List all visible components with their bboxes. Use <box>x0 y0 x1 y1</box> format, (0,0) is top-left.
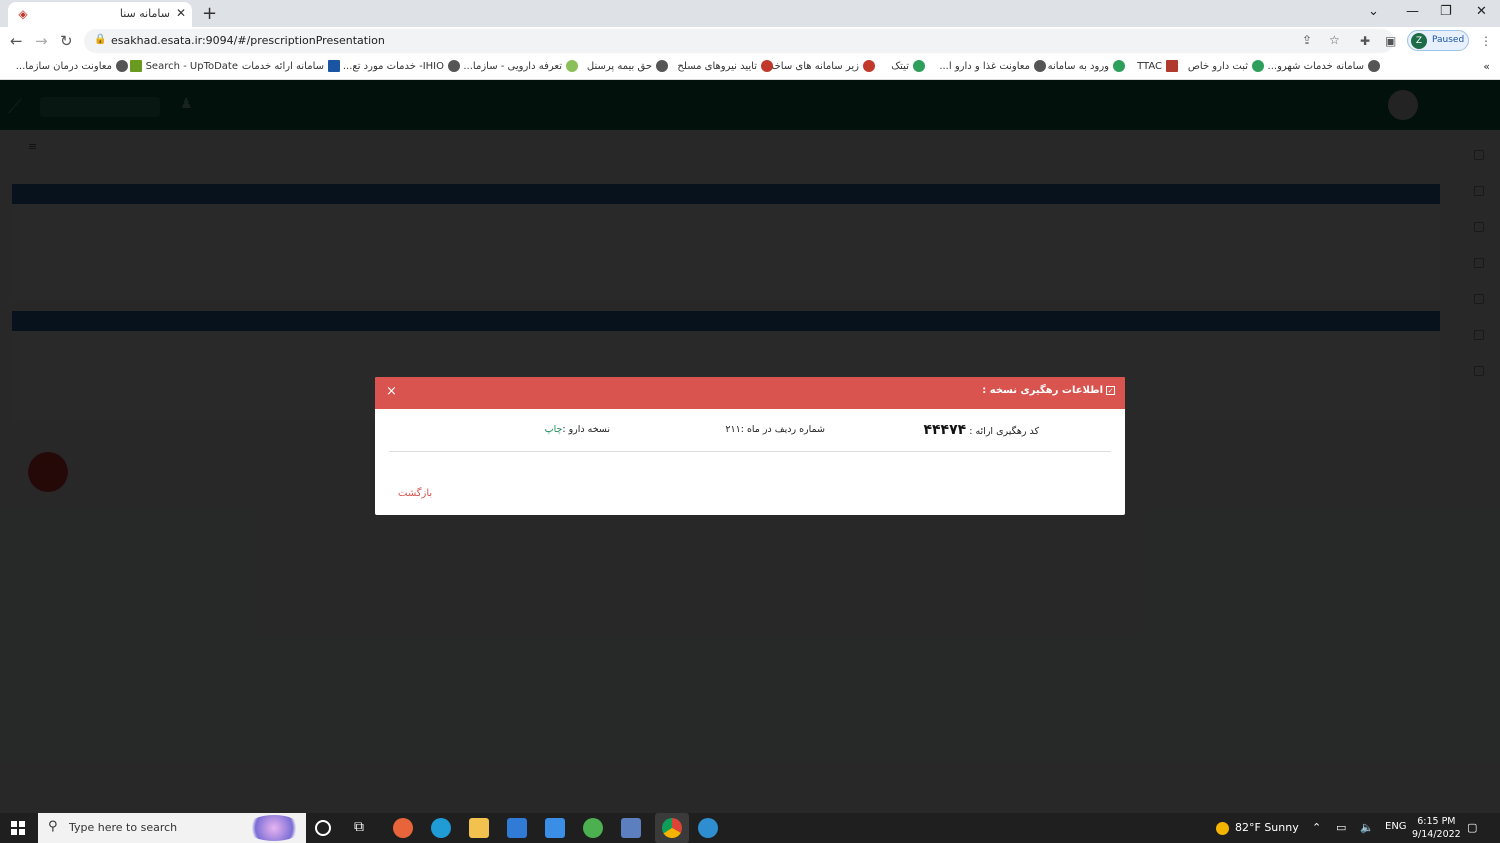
volume-icon[interactable]: 🔈 <box>1360 821 1374 834</box>
app-icon[interactable] <box>698 818 718 838</box>
share-icon[interactable]: ⇪ <box>1302 33 1312 47</box>
sun-icon <box>1216 821 1229 835</box>
lock-icon: 🔒 <box>94 34 107 45</box>
clock-date: 9/14/2022 <box>1412 829 1461 840</box>
row-number-value: ۲۱۱ <box>725 424 741 435</box>
close-window-icon[interactable]: ✕ <box>1476 4 1487 19</box>
notification-icon[interactable]: ▢ <box>1467 821 1477 834</box>
minimize-icon[interactable]: — <box>1406 4 1419 19</box>
windows-taskbar: ⚲ Type here to search ⧉ 82°F Sunny ⌃ ▭ 🔈… <box>0 813 1500 843</box>
tracking-code-label: کد رهگیری ارائه : <box>969 426 1039 437</box>
cortana-icon[interactable] <box>315 820 331 836</box>
browser-tabstrip: ◈ سامانه سنا ✕ + ⌄ — ❐ ✕ <box>0 0 1500 27</box>
close-icon[interactable]: × <box>386 385 397 399</box>
url-text: esakhad.esata.ir:9094/#/prescriptionPres… <box>111 34 385 47</box>
profile-button[interactable]: Z Paused <box>1407 30 1469 51</box>
row-number-field: شماره ردیف در ماه :۲۱۱ <box>725 424 825 435</box>
bookmark-star-icon[interactable]: ☆ <box>1329 33 1340 47</box>
bookmark-item[interactable]: تیتک <box>891 60 925 72</box>
search-highlight-icon <box>246 815 302 841</box>
extensions-icon[interactable]: ✚ <box>1360 34 1370 48</box>
chart-icon <box>1166 60 1178 72</box>
tracking-code-field: کد رهگیری ارائه : ۴۴۴۷۴ <box>923 422 1039 438</box>
side-panel-icon[interactable]: ▣ <box>1385 34 1396 48</box>
profile-status: Paused <box>1432 35 1465 45</box>
store-icon[interactable] <box>507 818 527 838</box>
tab-title: سامانه سنا <box>119 7 170 20</box>
gear-icon <box>328 60 340 72</box>
windows-start-icon[interactable] <box>11 821 25 835</box>
modal-header: ✓اطلاعات رهگیری نسخه : × <box>375 377 1125 409</box>
print-link[interactable]: چاپ <box>545 424 563 435</box>
bookmark-item[interactable]: سامانه ارائه خدمات <box>242 60 340 72</box>
browser-menu-icon[interactable]: ⋮ <box>1480 34 1492 48</box>
forward-arrow-icon[interactable]: → <box>35 32 48 50</box>
search-placeholder: Type here to search <box>69 821 178 834</box>
globe-icon <box>448 60 460 72</box>
prescription-print-field: نسخه دارو :چاپ <box>545 424 610 435</box>
site-favicon-icon: ◈ <box>18 7 28 21</box>
tab-close-icon[interactable]: ✕ <box>176 6 186 20</box>
bookmark-item[interactable]: معاونت غذا و دارو ا... <box>939 60 1046 72</box>
language-indicator[interactable]: ENG <box>1385 821 1407 832</box>
app-icon[interactable] <box>583 818 603 838</box>
modal-divider <box>389 451 1111 452</box>
clock-time: 6:15 PM <box>1417 816 1456 827</box>
bookmark-item[interactable]: IHIO- خدمات مورد تع... <box>343 60 460 72</box>
restore-icon[interactable]: ❐ <box>1440 4 1452 19</box>
chrome-icon <box>662 818 682 838</box>
globe-icon <box>116 60 128 72</box>
tab-search-icon[interactable]: ⌄ <box>1368 4 1379 19</box>
tracking-code-value: ۴۴۴۷۴ <box>923 422 967 438</box>
leaf-icon <box>1113 60 1125 72</box>
back-arrow-icon[interactable]: ← <box>10 32 23 50</box>
bookmark-item[interactable]: زیر سامانه های ساخد <box>769 60 875 72</box>
bookmark-item[interactable]: ثبت دارو خاص <box>1188 60 1264 72</box>
leaf-icon <box>913 60 925 72</box>
diamond-icon <box>761 60 773 72</box>
bookmark-item[interactable]: Search - UpToDate <box>129 60 238 72</box>
leaf-icon <box>1252 60 1264 72</box>
bookmark-item[interactable]: TTAC <box>1137 60 1178 72</box>
row-number-label: شماره ردیف در ماه : <box>740 424 825 435</box>
network-icon[interactable]: ▭ <box>1336 821 1346 834</box>
more-bookmarks-icon[interactable]: » <box>1483 60 1490 73</box>
reload-icon[interactable]: ↻ <box>60 32 73 50</box>
browser-tab[interactable]: ◈ سامانه سنا ✕ <box>8 2 192 27</box>
globe-icon <box>1034 60 1046 72</box>
file-explorer-icon[interactable] <box>469 818 489 838</box>
uptodate-icon <box>129 60 142 72</box>
search-icon: ⚲ <box>48 819 58 834</box>
firefox-icon[interactable] <box>393 818 413 838</box>
mail-icon[interactable] <box>545 818 565 838</box>
bookmark-item[interactable]: سامانه خدمات شهرو... <box>1268 60 1380 72</box>
tracking-info-modal: ✓اطلاعات رهگیری نسخه : × کد رهگیری ارائه… <box>375 377 1125 515</box>
task-view-icon[interactable]: ⧉ <box>354 819 374 839</box>
taskbar-search-input[interactable]: ⚲ Type here to search <box>38 813 306 843</box>
browser-toolbar: ← → ↻ 🔒 esakhad.esata.ir:9094/#/prescrip… <box>0 27 1500 55</box>
bookmark-item[interactable]: تایید نیروهای مسلح <box>677 60 773 72</box>
weather-widget[interactable]: 82°F Sunny <box>1216 821 1299 835</box>
address-bar[interactable]: 🔒 esakhad.esata.ir:9094/#/prescriptionPr… <box>84 29 1394 53</box>
bookmarks-bar: سامانه خدمات شهرو... ثبت دارو خاص TTAC و… <box>0 55 1500 80</box>
prescription-label: نسخه دارو : <box>562 424 610 435</box>
edge-icon[interactable] <box>431 818 451 838</box>
calculator-icon[interactable] <box>621 818 641 838</box>
bookmark-item[interactable]: حق بیمه پرسنل <box>587 60 668 72</box>
leaf-icon <box>566 60 578 72</box>
bookmark-item[interactable]: معاونت درمان سازما... <box>16 60 128 72</box>
bookmark-item[interactable]: ورود به سامانه <box>1048 60 1125 72</box>
modal-title: ✓اطلاعات رهگیری نسخه : <box>982 385 1115 396</box>
profile-avatar: Z <box>1411 33 1427 49</box>
globe-icon <box>656 60 668 72</box>
bookmark-item[interactable]: تعرفه دارویی - سازما... <box>463 60 578 72</box>
chevron-up-icon[interactable]: ⌃ <box>1312 821 1321 834</box>
diamond-icon <box>863 60 875 72</box>
globe-icon <box>1368 60 1380 72</box>
system-clock[interactable]: 6:15 PM 9/14/2022 <box>1412 815 1461 841</box>
new-tab-icon[interactable]: + <box>202 3 217 24</box>
checkbox-icon: ✓ <box>1106 385 1115 395</box>
chrome-taskbar-button[interactable] <box>655 813 689 843</box>
back-button[interactable]: بازگشت <box>398 488 432 499</box>
